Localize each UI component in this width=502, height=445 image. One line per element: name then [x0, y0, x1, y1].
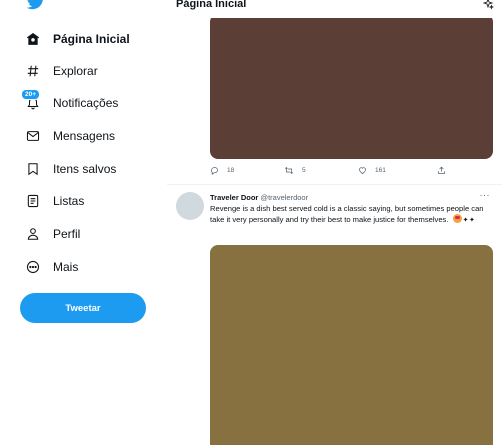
retweet-button[interactable]: 5	[284, 166, 306, 175]
envelope-icon	[25, 128, 41, 144]
tweet-text: Revenge is a dish best served cold is a …	[210, 204, 496, 226]
tweet-author[interactable]: Traveler Door @travelerdoor	[210, 193, 308, 202]
sidebar-item-label: Página Inicial	[53, 32, 130, 46]
sidebar-item-label: Perfil	[53, 227, 81, 241]
sidebar-item-explore[interactable]: Explorar	[25, 60, 98, 82]
tweet-media[interactable]	[210, 14, 493, 159]
list-icon	[25, 193, 41, 209]
sidebar-item-more[interactable]: Mais	[25, 256, 78, 278]
emoji-sparkle-icon: ✦✦	[462, 217, 476, 224]
sidebar-item-lists[interactable]: Listas	[25, 190, 84, 212]
sidebar-item-profile[interactable]: Perfil	[25, 223, 80, 245]
author-handle[interactable]: @travelerdoor	[260, 193, 308, 202]
sidebar: Página Inicial Explorar 20+ Notificações…	[0, 0, 168, 445]
sidebar-item-label: Explorar	[53, 64, 98, 78]
reply-button[interactable]: 18	[210, 166, 234, 175]
sidebar-item-home[interactable]: Página Inicial	[25, 28, 130, 50]
tweet-media[interactable]	[210, 245, 493, 445]
avatar[interactable]	[176, 192, 204, 220]
reply-count: 18	[227, 167, 235, 174]
like-button[interactable]: 161	[358, 166, 386, 175]
bookmark-icon	[25, 161, 41, 177]
sidebar-item-notifications[interactable]: 20+ Notificações	[21, 89, 119, 114]
emoji-icon	[452, 214, 462, 223]
reply-icon	[211, 167, 218, 175]
sidebar-item-label: Listas	[53, 194, 85, 208]
sidebar-item-label: Notificações	[53, 96, 119, 110]
timeline: Página Inicial 18 5 161 Traveler Door @t…	[167, 0, 502, 445]
tweet-divider	[167, 184, 502, 185]
tweet-text-body: Revenge is a dish best served cold is a …	[210, 204, 484, 224]
sparkle-icon[interactable]	[482, 0, 494, 10]
bell-icon: 20+	[21, 89, 41, 111]
retweet-icon	[284, 166, 294, 175]
sidebar-item-label: Mais	[53, 260, 79, 274]
notification-badge: 20+	[21, 89, 41, 100]
timeline-header: Página Inicial	[167, 0, 502, 18]
person-icon	[25, 226, 41, 242]
more-options-icon[interactable]: ···	[480, 190, 491, 200]
sidebar-item-label: Mensagens	[53, 129, 116, 143]
tweet-actions: 18 5 161	[210, 166, 493, 180]
hashtag-icon	[25, 63, 41, 79]
tweet-button[interactable]: Tweetar	[20, 293, 146, 323]
home-icon	[25, 31, 41, 47]
sidebar-item-label: Itens salvos	[53, 162, 117, 176]
heart-icon	[359, 167, 366, 174]
share-button[interactable]	[437, 166, 454, 175]
page-title: Página Inicial	[176, 0, 247, 10]
author-name[interactable]: Traveler Door	[210, 193, 258, 202]
sidebar-item-messages[interactable]: Mensagens	[25, 125, 115, 147]
more-circle-icon	[25, 259, 41, 275]
sidebar-item-bookmarks[interactable]: Itens salvos	[25, 158, 116, 180]
retweet-count: 5	[302, 167, 306, 174]
like-count: 161	[375, 167, 386, 174]
share-icon	[438, 166, 445, 174]
twitter-logo-icon[interactable]	[27, 0, 45, 10]
